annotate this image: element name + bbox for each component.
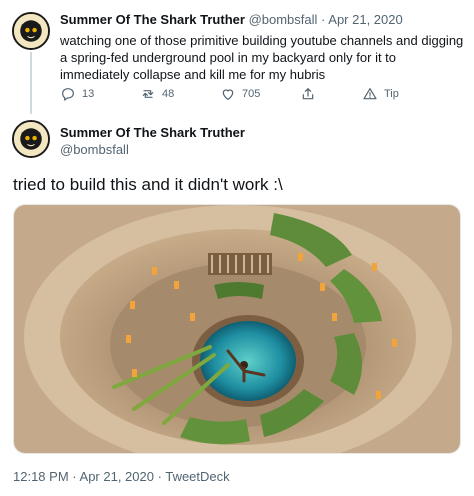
- tweet-date[interactable]: Apr 21, 2020: [328, 12, 402, 27]
- avatar[interactable]: [12, 12, 50, 50]
- tweet-date[interactable]: Apr 21, 2020: [80, 469, 154, 484]
- separator: ·: [321, 12, 326, 27]
- tip-label: Tip: [384, 88, 399, 100]
- reply-count: 13: [82, 88, 95, 100]
- tweet-client[interactable]: TweetDeck: [165, 469, 229, 484]
- thread-line: [30, 52, 32, 114]
- retweet-button[interactable]: 48: [140, 86, 174, 102]
- tweet-actions: 13 48 705 Tip: [60, 86, 420, 104]
- display-name[interactable]: Summer Of The Shark Truther: [60, 124, 245, 141]
- like-button[interactable]: 705: [220, 86, 260, 102]
- tweet2-header: Summer Of The Shark Truther @bombsfall: [60, 124, 245, 158]
- retweet-icon: [142, 90, 154, 98]
- retweet-count: 48: [162, 88, 175, 100]
- display-name[interactable]: Summer Of The Shark Truther: [60, 12, 245, 27]
- avatar[interactable]: [12, 120, 50, 158]
- tweet2-text: tried to build this and it didn't work :…: [13, 175, 283, 194]
- tweet-timestamp: 12:18 PM · Apr 21, 2020 · TweetDeck: [13, 469, 230, 484]
- share-button[interactable]: [300, 86, 316, 102]
- pool-photo-image: [14, 205, 460, 453]
- reply-button[interactable]: 13: [60, 86, 94, 102]
- tip-icon: [363, 88, 377, 100]
- like-count: 705: [242, 88, 261, 100]
- share-icon: [302, 88, 314, 100]
- tweet-time[interactable]: 12:18 PM: [13, 469, 69, 484]
- tip-button[interactable]: Tip: [362, 86, 399, 102]
- handle[interactable]: @bombsfall: [249, 12, 318, 27]
- separator: ·: [157, 469, 162, 484]
- separator: ·: [72, 469, 77, 484]
- avatar-image: [14, 14, 48, 48]
- avatar-image: [14, 122, 48, 156]
- reply-icon: [62, 88, 74, 101]
- tweet1-header: Summer Of The Shark Truther @bombsfall ·…: [60, 12, 403, 27]
- tweet1-text: watching one of those primitive building…: [60, 33, 464, 82]
- tweet-photo[interactable]: [13, 204, 461, 454]
- handle[interactable]: @bombsfall: [60, 141, 245, 158]
- like-icon: [222, 89, 234, 100]
